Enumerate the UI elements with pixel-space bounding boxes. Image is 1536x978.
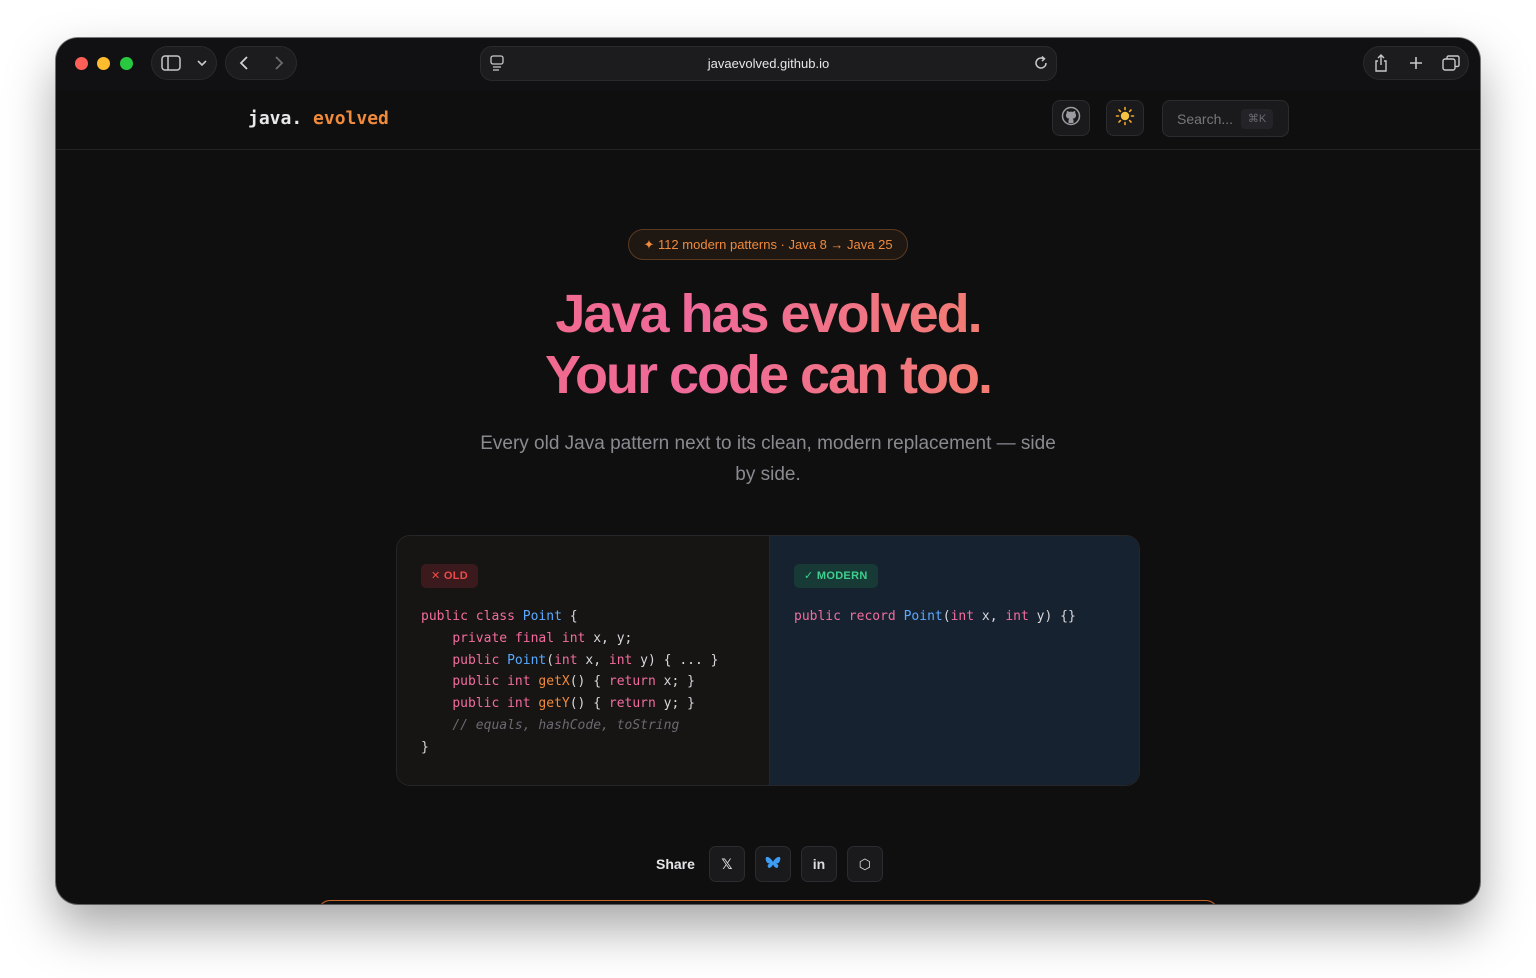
site-logo[interactable]: java. evolved bbox=[248, 108, 389, 129]
navigation-group bbox=[225, 46, 297, 80]
hexagon-icon: ⬡ bbox=[858, 855, 872, 872]
old-tag: ✕ OLD bbox=[421, 564, 478, 588]
hero-title-line-1: Java has evolved. bbox=[56, 283, 1480, 345]
reload-icon[interactable] bbox=[1033, 55, 1049, 71]
modern-tag: ✓ MODERN bbox=[794, 564, 878, 588]
address-bar[interactable]: javaevolved.github.io bbox=[480, 46, 1057, 81]
sidebar-icon[interactable] bbox=[152, 47, 190, 79]
code-line: public int getY() { return y; } bbox=[452, 696, 695, 712]
share-icon[interactable] bbox=[1364, 47, 1399, 79]
hero-title-line-2: Your code can too. bbox=[56, 344, 1480, 406]
search-box[interactable]: Search... ⌘K bbox=[1162, 100, 1289, 137]
zoom-window-button[interactable] bbox=[120, 57, 133, 70]
share-x-button[interactable]: 𝕏 bbox=[708, 846, 745, 882]
back-icon[interactable] bbox=[226, 47, 261, 79]
search-placeholder: Search... bbox=[1177, 111, 1234, 127]
search-shortcut-badge: ⌘K bbox=[1241, 109, 1273, 129]
chevron-down-icon[interactable] bbox=[190, 47, 214, 79]
site-header: java. evolved Search... ⌘K bbox=[56, 90, 1480, 150]
theme-toggle-button[interactable] bbox=[1106, 100, 1144, 136]
logo-evolved: evolved bbox=[313, 108, 389, 129]
old-code-pane: ✕ OLD public class Point { private final… bbox=[397, 536, 769, 785]
linkedin-icon: in bbox=[812, 856, 826, 872]
share-copy-button[interactable]: ⬡ bbox=[846, 846, 883, 882]
share-bar: Share 𝕏 in ⬡ bbox=[656, 846, 893, 882]
bluesky-icon bbox=[765, 856, 781, 873]
new-tab-icon[interactable] bbox=[1399, 47, 1434, 79]
github-icon bbox=[1061, 106, 1081, 131]
hero-subtitle: Every old Java pattern next to its clean… bbox=[480, 433, 1056, 485]
forward-icon[interactable] bbox=[261, 47, 296, 79]
modern-code-block: public record Point(int x, int y) {} bbox=[794, 606, 1076, 628]
logo-java: java. bbox=[248, 108, 303, 129]
browser-window: javaevolved.github.io java. evolved Sear… bbox=[56, 38, 1480, 904]
share-label: Share bbox=[656, 856, 695, 872]
code-line: public class Point { bbox=[421, 609, 578, 624]
browser-toolbar: javaevolved.github.io bbox=[56, 38, 1480, 90]
code-line: public int getX() { return x; } bbox=[452, 674, 695, 690]
share-linkedin-button[interactable]: in bbox=[800, 846, 837, 882]
x-icon: 𝕏 bbox=[721, 855, 733, 872]
code-line: public record Point(int x, int y) {} bbox=[794, 609, 1076, 624]
tab-overview-icon[interactable] bbox=[1433, 47, 1468, 79]
close-window-button[interactable] bbox=[75, 57, 88, 70]
toolbar-actions-group bbox=[1363, 46, 1469, 80]
code-line: public Point(int x, int y) { ... } bbox=[452, 652, 719, 668]
code-line: private final int x, y; bbox=[452, 630, 633, 646]
code-line: // equals, hashCode, toString bbox=[452, 717, 680, 733]
next-section-card-edge bbox=[318, 900, 1218, 904]
url-text: javaevolved.github.io bbox=[707, 56, 830, 71]
minimize-window-button[interactable] bbox=[97, 57, 110, 70]
sun-icon bbox=[1115, 106, 1135, 131]
code-line: } bbox=[421, 739, 429, 755]
github-button[interactable] bbox=[1052, 100, 1090, 136]
sidebar-toggle-group[interactable] bbox=[151, 46, 217, 80]
patterns-badge: ✦ 112 modern patterns · Java 8 → Java 25 bbox=[628, 229, 908, 260]
share-bluesky-button[interactable] bbox=[754, 846, 791, 882]
modern-code-pane: ✓ MODERN public record Point(int x, int … bbox=[769, 536, 1139, 785]
code-comparison-card[interactable]: ✕ OLD public class Point { private final… bbox=[396, 535, 1140, 786]
old-code-block: public class Point { private final int x… bbox=[421, 606, 718, 759]
